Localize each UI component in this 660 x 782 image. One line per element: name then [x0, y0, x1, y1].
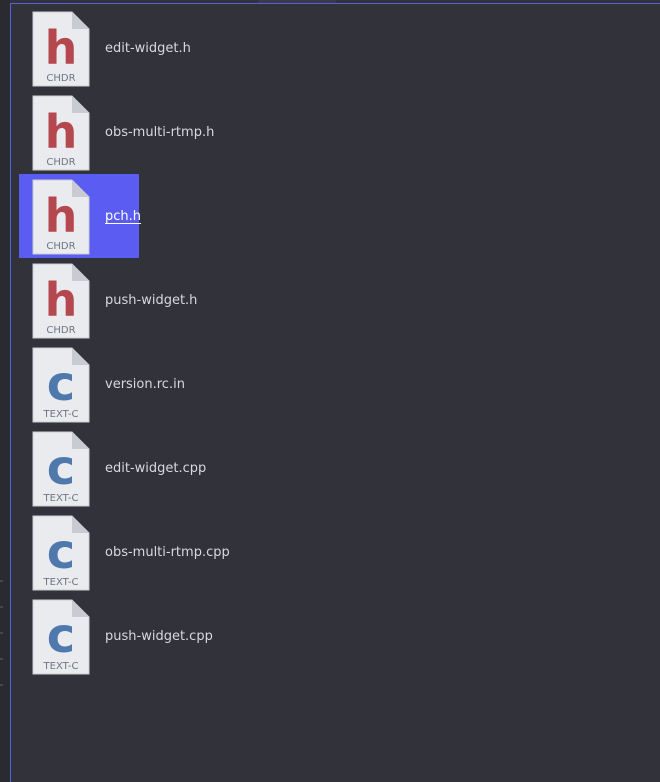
file-name: push-widget.cpp	[105, 629, 213, 644]
file-glyph: c	[47, 356, 75, 412]
c-header-file-icon: h CHDR	[32, 179, 90, 255]
file-list: h CHDR edit-widget.h h CHDR obs-multi-rtmp.h h…	[19, 6, 649, 678]
file-item[interactable]: c TEXT-C version.rc.in	[19, 342, 185, 426]
file-glyph: c	[47, 524, 75, 580]
file-item[interactable]: c TEXT-C push-widget.cpp	[19, 594, 213, 678]
file-item[interactable]: h CHDR push-widget.h	[19, 258, 197, 342]
file-type-label: CHDR	[46, 241, 75, 252]
gutter-tick	[0, 580, 3, 582]
file-name: obs-multi-rtmp.cpp	[105, 545, 230, 560]
file-glyph: h	[45, 105, 78, 159]
file-type-label: TEXT-C	[43, 493, 79, 504]
file-glyph: h	[45, 273, 78, 327]
file-item[interactable]: h CHDR edit-widget.h	[19, 6, 191, 90]
file-item[interactable]: h CHDR pch.h	[19, 174, 142, 258]
c-header-file-icon: h CHDR	[32, 11, 90, 87]
file-type-label: CHDR	[46, 157, 75, 168]
file-glyph: h	[45, 189, 78, 243]
file-name: edit-widget.cpp	[105, 461, 207, 476]
file-item[interactable]: c TEXT-C edit-widget.cpp	[19, 426, 206, 510]
file-name: push-widget.h	[105, 293, 198, 308]
file-glyph: c	[47, 608, 75, 664]
file-view-pane[interactable]: h CHDR edit-widget.h h CHDR obs-multi-rtmp.h h…	[10, 3, 660, 782]
file-glyph: c	[47, 440, 75, 496]
gutter-tick	[0, 606, 3, 608]
gutter-tick	[0, 632, 3, 634]
file-type-label: TEXT-C	[43, 577, 79, 588]
gutter-tick	[0, 658, 3, 660]
file-name: pch.h	[105, 209, 142, 224]
file-item[interactable]: c TEXT-C obs-multi-rtmp.cpp	[19, 510, 230, 594]
c-header-file-icon: h CHDR	[32, 263, 90, 339]
c-source-file-icon: c TEXT-C	[32, 431, 90, 507]
file-name: version.rc.in	[105, 377, 185, 392]
left-gutter	[0, 0, 10, 782]
file-manager-window: h CHDR edit-widget.h h CHDR obs-multi-rtmp.h h…	[0, 0, 660, 782]
file-item[interactable]: h CHDR obs-multi-rtmp.h	[19, 90, 214, 174]
file-glyph: h	[45, 21, 78, 75]
c-source-file-icon: c TEXT-C	[32, 599, 90, 675]
file-type-label: TEXT-C	[43, 661, 79, 672]
c-source-file-icon: c TEXT-C	[32, 515, 90, 591]
file-type-label: CHDR	[46, 73, 75, 84]
gutter-tick	[0, 684, 3, 686]
file-name: obs-multi-rtmp.h	[105, 125, 215, 140]
c-source-file-icon: c TEXT-C	[32, 347, 90, 423]
file-type-label: TEXT-C	[43, 409, 79, 420]
file-type-label: CHDR	[46, 325, 75, 336]
file-name: edit-widget.h	[105, 41, 191, 56]
c-header-file-icon: h CHDR	[32, 95, 90, 171]
